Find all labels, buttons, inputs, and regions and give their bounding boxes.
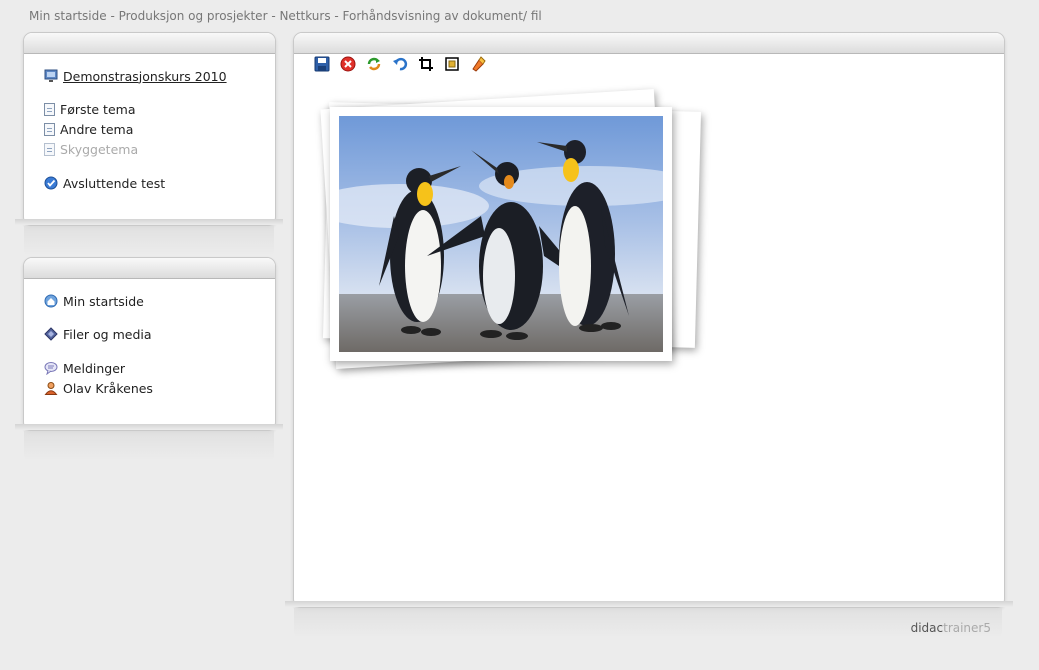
user-label[interactable]: Olav Kråkenes (63, 381, 153, 396)
final-test-label[interactable]: Avsluttende test (63, 176, 165, 191)
crop-icon[interactable] (417, 55, 435, 73)
home-link[interactable]: Min startside (44, 292, 144, 310)
course-panel: Demonstrasjonskurs 2010 Første tema Andr… (23, 32, 276, 226)
topic-item[interactable]: Andre tema (44, 120, 133, 138)
cancel-icon[interactable] (339, 55, 357, 73)
test-icon (44, 176, 58, 190)
penguin-photo-frame (330, 107, 672, 361)
course-link[interactable]: Demonstrasjonskurs 2010 (44, 67, 227, 85)
panel-header (24, 258, 275, 279)
undo-icon[interactable] (391, 55, 409, 73)
messages-label[interactable]: Meldinger (63, 361, 125, 376)
brand-name: didac (910, 621, 944, 635)
topic-item[interactable]: Første tema (44, 100, 135, 118)
files-label[interactable]: Filer og media (63, 327, 152, 342)
panel-shelf (285, 601, 1013, 607)
home-label[interactable]: Min startside (63, 294, 144, 309)
final-test-link[interactable]: Avsluttende test (44, 174, 165, 192)
panel-header (294, 33, 1004, 54)
panel-shelf (15, 424, 283, 430)
topic-item-disabled: Skyggetema (44, 140, 138, 158)
paint-icon[interactable] (469, 55, 487, 73)
course-title[interactable]: Demonstrasjonskurs 2010 (63, 69, 227, 84)
brand-version: trainer5 (943, 621, 991, 635)
breadcrumb[interactable]: Min startside - Produksjon og prosjekter… (29, 9, 542, 23)
image-toolbar (313, 55, 487, 73)
preview-panel (293, 32, 1005, 608)
user-link[interactable]: Olav Kråkenes (44, 379, 153, 397)
panel-reflection (24, 431, 274, 461)
penguin-photo (339, 116, 663, 352)
document-icon (44, 102, 55, 116)
photo-preview (318, 81, 718, 391)
home-icon (44, 294, 58, 308)
messages-link[interactable]: Meldinger (44, 359, 125, 377)
brand-logo: didactrainer5 (911, 621, 991, 635)
document-icon (44, 122, 55, 136)
speech-bubble-icon (44, 361, 58, 376)
topic-label[interactable]: Første tema (60, 102, 135, 117)
rotate-icon[interactable] (365, 55, 383, 73)
panel-shelf (15, 219, 283, 225)
files-media-icon (44, 327, 58, 341)
files-link[interactable]: Filer og media (44, 325, 152, 343)
user-panel: Min startside Filer og media Meldinger O… (23, 257, 276, 431)
computer-icon (44, 69, 58, 83)
panel-reflection (294, 608, 1002, 638)
user-icon (44, 381, 58, 395)
topic-label: Skyggetema (60, 141, 139, 157)
save-icon[interactable] (313, 55, 331, 73)
panel-header (24, 33, 275, 54)
topic-label[interactable]: Andre tema (60, 122, 133, 137)
panel-reflection (24, 226, 274, 256)
resize-icon[interactable] (443, 55, 461, 73)
document-icon (44, 142, 55, 156)
